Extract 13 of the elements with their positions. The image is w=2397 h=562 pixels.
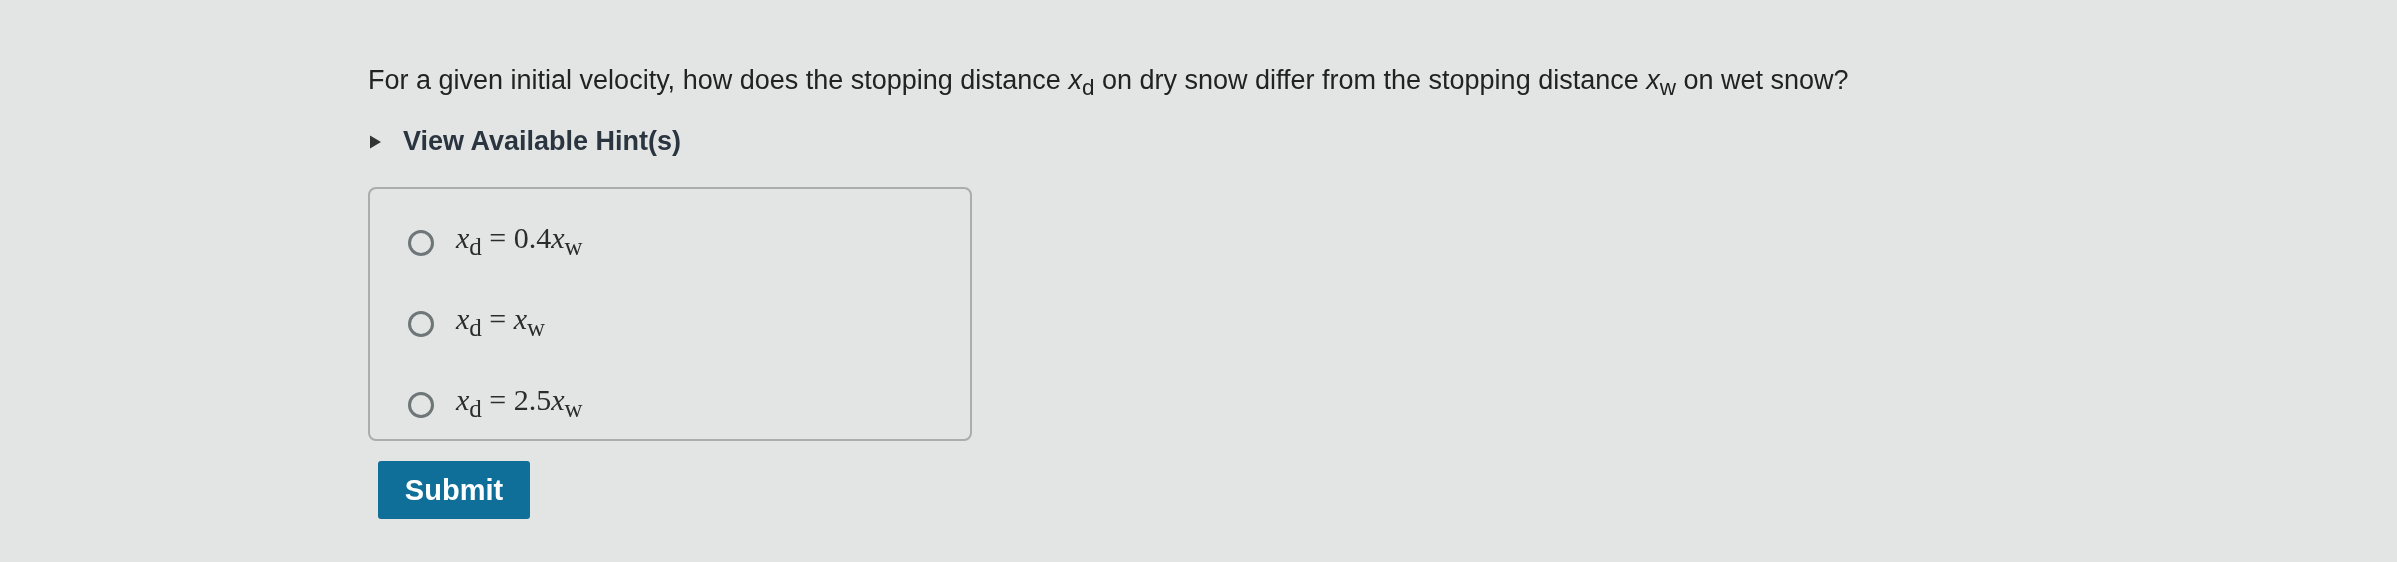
equation: x$_{d}$ = x$_{w}$ [456,301,546,344]
equation: x$_{d}$ = 0.4x$_{w}$ [456,220,583,263]
answer-option[interactable]: x$_{d}$ = 0.4x$_{w}$ [408,219,970,267]
equation: x$_{d}$ = 2.5x$_{w}$ [456,382,583,425]
radio-button[interactable] [408,229,434,256]
answer-option[interactable]: x$_{d}$ = 2.5x$_{w}$ [408,381,970,429]
radio-button[interactable] [408,310,434,337]
radio-button[interactable] [408,391,434,418]
view-hints-toggle[interactable]: View Available Hint(s) [370,126,682,158]
answer-option[interactable]: x$_{d}$ = x$_{w}$ [408,300,970,348]
submit-button[interactable]: Submit [378,461,530,520]
caret-icon [370,134,381,149]
question-text: For a given initial velocity, how does the stopping distance x$_{d}$ on dry snow differ from the stopping distance x$_{w}$ on wet snow? [368,64,1850,103]
